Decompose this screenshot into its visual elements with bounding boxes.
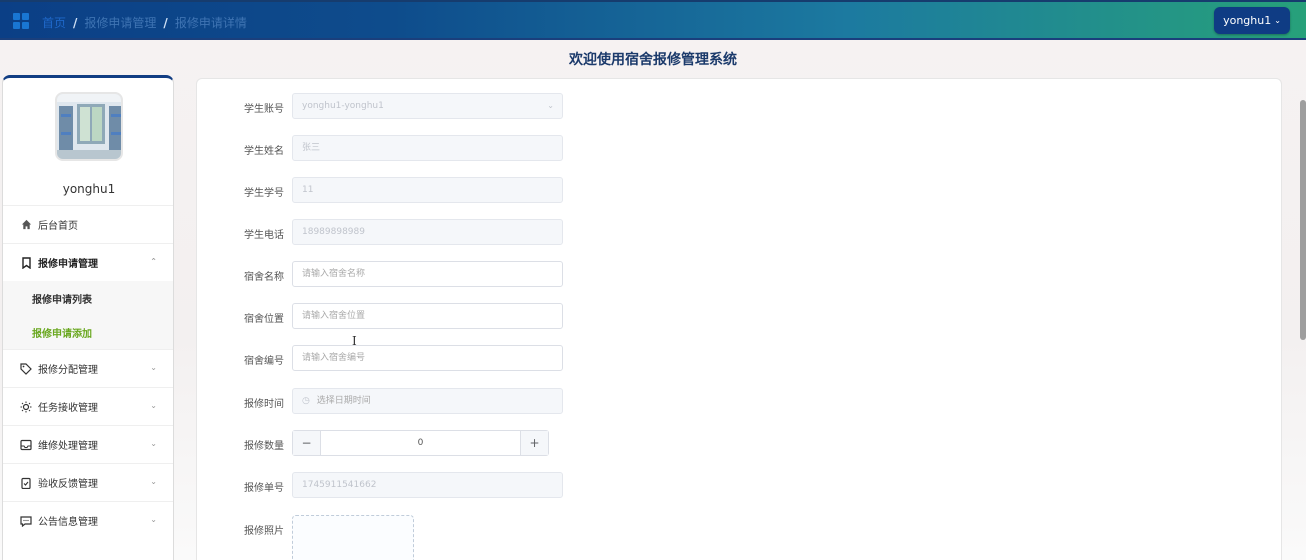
form-row-account: 学生账号 yonghu1-yonghu1 ⌄: [197, 93, 797, 119]
sidebar-item-announcement[interactable]: 公告信息管理 ⌄: [3, 501, 173, 539]
sun-icon: [20, 401, 32, 413]
page-scrollbar[interactable]: [1300, 100, 1306, 340]
account-select[interactable]: yonghu1-yonghu1 ⌄: [292, 93, 563, 119]
dorm-location-label: 宿舍位置: [244, 314, 284, 325]
inbox-icon: [20, 439, 32, 451]
form-row-dorm-location: 宿舍位置 请输入宿舍位置: [197, 303, 797, 329]
top-bar: 首页 / 报修申请管理 / 报修申请详情 yonghu1 ⌄: [0, 0, 1306, 40]
page-title: 欢迎使用宿舍报修管理系统: [569, 52, 737, 68]
chevron-down-icon: ⌄: [150, 439, 157, 448]
form-row-dorm-name: 宿舍名称 请输入宿舍名称: [197, 261, 797, 287]
phone-label: 学生电话: [244, 230, 284, 241]
sidebar-item-task-receive[interactable]: 任务接收管理 ⌄: [3, 387, 173, 425]
chevron-down-icon: ⌄: [150, 363, 157, 372]
photo-label: 报修照片: [244, 526, 284, 537]
sidebar: yonghu1 后台首页 报修申请管理 ⌃ 报修申请列表 报修申请添加 报修分配…: [2, 75, 174, 560]
sidebar-item-maintenance[interactable]: 维修处理管理 ⌄: [3, 425, 173, 463]
bookmark-icon: [20, 256, 32, 269]
chevron-down-icon: ⌄: [1274, 16, 1281, 25]
sidebar-item-acceptance[interactable]: 验收反馈管理 ⌄: [3, 463, 173, 501]
sidebar-item-label: 报修申请管理: [38, 259, 98, 270]
form-row-dorm-code: 宿舍编号 请输入宿舍编号: [197, 345, 797, 371]
account-value: yonghu1-yonghu1: [302, 101, 384, 111]
order-label: 报修单号: [244, 483, 284, 494]
sidebar-item-label: 维修处理管理: [38, 441, 98, 452]
dorm-location-input[interactable]: 请输入宿舍位置: [292, 303, 563, 329]
sidebar-item-label: 验收反馈管理: [38, 479, 98, 490]
dorm-code-input[interactable]: 请输入宿舍编号: [292, 345, 563, 371]
breadcrumb-level2: 报修申请详情: [174, 16, 247, 30]
datetime-picker[interactable]: ◷ 选择日期时间: [292, 388, 563, 414]
sidebar-item-label: 报修分配管理: [38, 365, 98, 376]
photo-upload[interactable]: [292, 515, 414, 560]
sidebar-item-label: 任务接收管理: [38, 403, 98, 414]
clipboard-check-icon: [20, 477, 32, 489]
account-label: 学生账号: [244, 104, 284, 115]
sidebar-item-label: 公告信息管理: [38, 517, 98, 528]
form-card: 学生账号 yonghu1-yonghu1 ⌄ 学生姓名 张三 学生学号 11 学…: [196, 78, 1282, 560]
clock-icon: ◷: [302, 396, 310, 406]
quantity-value[interactable]: 0: [321, 431, 520, 455]
sidebar-subitem-request-add[interactable]: 报修申请添加: [3, 315, 173, 349]
breadcrumb-separator: /: [163, 15, 168, 30]
form-row-number: 学生学号 11: [197, 177, 797, 203]
user-menu-button[interactable]: yonghu1 ⌄: [1214, 7, 1290, 34]
chevron-down-icon: ⌄: [150, 477, 157, 486]
chevron-down-icon: ⌄: [547, 101, 554, 110]
sidebar-item-repair-request[interactable]: 报修申请管理 ⌃: [3, 243, 173, 281]
form-row-quantity: 报修数量 − 0 +: [197, 430, 797, 456]
dorm-name-input[interactable]: 请输入宿舍名称: [292, 261, 563, 287]
chat-icon: [20, 515, 32, 527]
form-row-order: 报修单号 1745911541662: [197, 472, 797, 498]
user-menu-label: yonghu1: [1223, 14, 1272, 27]
phone-input[interactable]: 18989898989: [292, 219, 563, 245]
breadcrumb-level1[interactable]: 报修申请管理: [84, 14, 156, 31]
text-cursor-icon: I: [352, 334, 357, 348]
order-number-input[interactable]: 1745911541662: [292, 472, 563, 498]
tag-icon: [20, 362, 32, 375]
sidebar-subitem-request-list[interactable]: 报修申请列表: [3, 281, 173, 315]
breadcrumb: 首页 / 报修申请管理 / 报修申请详情: [42, 14, 247, 31]
form-row-time: 报修时间 ◷ 选择日期时间: [197, 388, 797, 414]
form-row-phone: 学生电话 18989898989: [197, 219, 797, 245]
menu-grid-icon[interactable]: [13, 13, 29, 29]
home-icon: [20, 219, 32, 231]
quantity-stepper[interactable]: − 0 +: [292, 430, 549, 456]
chevron-down-icon: ⌄: [150, 401, 157, 410]
sidebar-item-repair-assign[interactable]: 报修分配管理 ⌄: [3, 349, 173, 387]
avatar-image: [57, 94, 121, 159]
datetime-placeholder: 选择日期时间: [316, 396, 371, 406]
sidebar-submenu: 报修申请列表 报修申请添加: [3, 281, 173, 349]
student-number-input[interactable]: 11: [292, 177, 563, 203]
number-label: 学生学号: [244, 188, 284, 199]
decrement-button[interactable]: −: [293, 431, 321, 455]
form-row-photo: 报修照片: [197, 515, 797, 560]
breadcrumb-home[interactable]: 首页: [42, 14, 66, 31]
time-label: 报修时间: [244, 399, 284, 410]
quantity-label: 报修数量: [244, 441, 284, 452]
sidebar-username: yonghu1: [62, 182, 116, 196]
chevron-down-icon: ⌄: [150, 515, 157, 524]
form-row-name: 学生姓名 张三: [197, 135, 797, 161]
sidebar-item-dashboard[interactable]: 后台首页: [3, 205, 173, 243]
chevron-up-icon: ⌃: [150, 257, 157, 266]
breadcrumb-separator: /: [73, 15, 78, 30]
sidebar-menu: 后台首页 报修申请管理 ⌃ 报修申请列表 报修申请添加 报修分配管理 ⌄ 任务接…: [3, 205, 173, 539]
dorm-name-label: 宿舍名称: [244, 272, 284, 283]
increment-button[interactable]: +: [520, 431, 548, 455]
name-input[interactable]: 张三: [292, 135, 563, 161]
dorm-code-label: 宿舍编号: [244, 356, 284, 367]
avatar: [55, 92, 123, 161]
sidebar-item-label: 后台首页: [38, 221, 78, 232]
name-label: 学生姓名: [244, 146, 284, 157]
